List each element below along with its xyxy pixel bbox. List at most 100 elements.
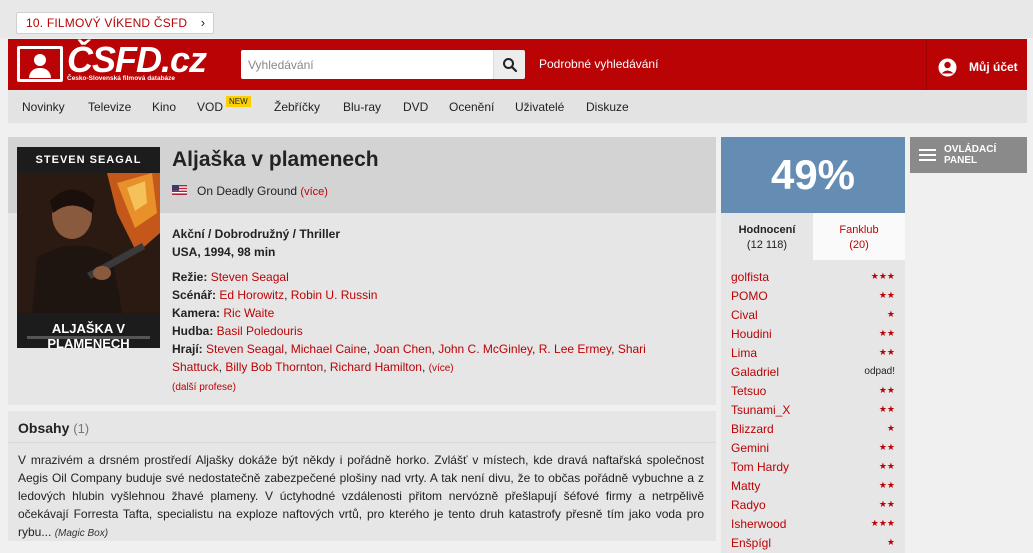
crew-screenplay: Scénář: Ed Horowitz, Robin U. Russin (172, 288, 378, 302)
rating-tabs: Hodnocení (12 118) Fanklub (20) (721, 213, 905, 260)
cast-more-link[interactable]: (více) (429, 363, 454, 374)
rating-box: 49% (721, 137, 905, 213)
poster-art (17, 173, 160, 313)
tab-fanclub[interactable]: Fanklub (20) (813, 213, 905, 260)
composer-link[interactable]: Basil Poledouris (217, 324, 303, 338)
original-title: On Deadly Ground (více) (197, 184, 328, 198)
crew-cast: Hrají: Steven Seagal, Michael Caine, Joa… (172, 342, 646, 374)
rating-user-link[interactable]: Lima (731, 346, 757, 360)
search-input[interactable] (241, 50, 493, 79)
camera-link[interactable]: Ric Waite (223, 306, 274, 320)
rating-user-link[interactable]: Isherwood (731, 517, 786, 531)
actor-link[interactable]: R. Lee Ermey (539, 342, 611, 356)
rating-user-link[interactable]: Gemini (731, 441, 769, 455)
rating-stars: ★★ (878, 328, 895, 338)
rating-user-link[interactable]: golfista (731, 270, 769, 284)
nav-item-uzivatele[interactable]: Uživatelé (515, 100, 564, 114)
search-button[interactable] (493, 50, 525, 79)
director-link[interactable]: Steven Seagal (211, 270, 289, 284)
nav-item-televize[interactable]: Televize (88, 100, 131, 114)
new-badge: NEW (226, 96, 251, 107)
directing-label: Režie: (172, 270, 208, 284)
advanced-search-link[interactable]: Podrobné vyhledávání (539, 57, 658, 71)
account-button[interactable]: Můj účet (926, 39, 1027, 90)
rating-user-link[interactable]: Blizzard (731, 422, 774, 436)
actor-link[interactable]: Billy Bob Thornton (225, 360, 323, 374)
screenplay-label: Scénář: (172, 288, 217, 302)
tab-ratings[interactable]: Hodnocení (12 118) (721, 213, 813, 260)
rating-row: Tom Hardy ★★ (731, 460, 895, 479)
promo-button[interactable]: 10. FILMOVÝ VÍKEND ČSFD › (16, 12, 215, 34)
rating-stars: ★★ (878, 404, 895, 414)
rating-row: Radyo ★★ (731, 498, 895, 517)
user-icon (938, 58, 957, 77)
writer-link[interactable]: Robin U. Russin (291, 288, 378, 302)
rating-user-link[interactable]: Cival (731, 308, 758, 322)
control-panel-line1: OVLÁDACÍ (944, 144, 997, 155)
promo-label: 10. FILMOVÝ VÍKEND ČSFD (26, 16, 188, 30)
rating-stars: ★ (886, 423, 895, 433)
original-title-text: On Deadly Ground (197, 184, 298, 198)
crew-music: Hudba: Basil Poledouris (172, 322, 682, 340)
actor-link[interactable]: John C. McGinley (438, 342, 532, 356)
plot-count: (1) (73, 421, 90, 436)
rating-user-link[interactable]: Galadriel (731, 365, 779, 379)
rating-user-link[interactable]: Tom Hardy (731, 460, 789, 474)
rating-user-link[interactable]: Houdini (731, 327, 772, 341)
film-origin: USA, 1994, 98 min (172, 245, 276, 259)
more-professions-link[interactable]: (další profese) (172, 382, 236, 393)
rating-user-link[interactable]: Matty (731, 479, 760, 493)
site-logo[interactable]: ČSFD.cz Česko-Slovenská filmová databáze (17, 42, 207, 84)
control-panel-button[interactable]: OVLÁDACÍ PANEL (910, 137, 1027, 173)
rating-stars: ★★★ (870, 518, 895, 528)
actor-link[interactable]: Joan Chen (373, 342, 431, 356)
actor-link[interactable]: Steven Seagal (206, 342, 284, 356)
music-label: Hudba: (172, 324, 214, 338)
rating-user-link[interactable]: Tsunami_X (731, 403, 790, 417)
plot-title: Obsahy (1) (18, 420, 89, 436)
tab-ratings-label: Hodnocení (738, 224, 796, 236)
nav-item-diskuze[interactable]: Diskuze (586, 100, 629, 114)
rating-row: Blizzard ★ (731, 422, 895, 441)
usa-flag-icon (172, 185, 187, 195)
rating-user-link[interactable]: Radyo (731, 498, 766, 512)
rating-row: Tetsuo ★★ (731, 384, 895, 403)
nav-item-bluray[interactable]: Blu-ray (343, 100, 381, 114)
nav-item-novinky[interactable]: Novinky (22, 100, 65, 114)
promo-bar: 10. FILMOVÝ VÍKEND ČSFD › (0, 0, 1033, 38)
rating-row: POMO ★★ (731, 289, 895, 308)
plot-text: V mrazivém a drsném prostředí Aljašky do… (18, 451, 704, 543)
nav-item-dvd[interactable]: DVD (403, 100, 428, 114)
rating-user-link[interactable]: Enšpígl (731, 536, 771, 550)
rating-row: Galadriel odpad! (731, 365, 895, 384)
rating-user-link[interactable]: POMO (731, 289, 768, 303)
tab-fanclub-count: (20) (849, 239, 869, 251)
search-icon (503, 58, 518, 73)
actor-link[interactable]: Richard Hamilton (330, 360, 422, 374)
nav-item-kino[interactable]: Kino (152, 100, 176, 114)
film-poster[interactable]: STEVEN SEAGAL ALJAŠKA V PLAMENECH (17, 147, 160, 348)
poster-title: ALJAŠKA V PLAMENECH (47, 321, 130, 348)
camera-label: Kamera: (172, 306, 221, 320)
rating-row: Enšpígl ★ (731, 536, 895, 553)
nav-item-zebricky[interactable]: Žebříčky (274, 100, 320, 114)
rating-user-link[interactable]: Tetsuo (731, 384, 766, 398)
logo-text: ČSFD.cz (67, 39, 207, 80)
rating-row: golfista ★★★ (731, 270, 895, 289)
rating-row: Cival ★ (731, 308, 895, 327)
tab-fanclub-label: Fanklub (839, 224, 879, 236)
site-header: ČSFD.cz Česko-Slovenská filmová databáze… (8, 39, 1027, 90)
menu-icon (919, 149, 936, 161)
nav-item-vod[interactable]: VOD (197, 100, 223, 114)
rating-stars: ★★★ (870, 271, 895, 281)
actor-link[interactable]: Michael Caine (291, 342, 367, 356)
rating-row: Isherwood ★★★ (731, 517, 895, 536)
rating-stars: ★★ (878, 442, 895, 452)
logo-subtitle: Česko-Slovenská filmová databáze (67, 75, 176, 82)
plot-card: Obsahy (1) V mrazivém a drsném prostředí… (8, 411, 716, 541)
writer-link[interactable]: Ed Horowitz (219, 288, 284, 302)
more-professions-row: (další profese) (172, 377, 682, 397)
original-title-more-link[interactable]: (více) (300, 186, 328, 198)
nav-item-oceneni[interactable]: Ocenění (449, 100, 494, 114)
crew-directing: Režie: Steven Seagal (172, 268, 682, 286)
